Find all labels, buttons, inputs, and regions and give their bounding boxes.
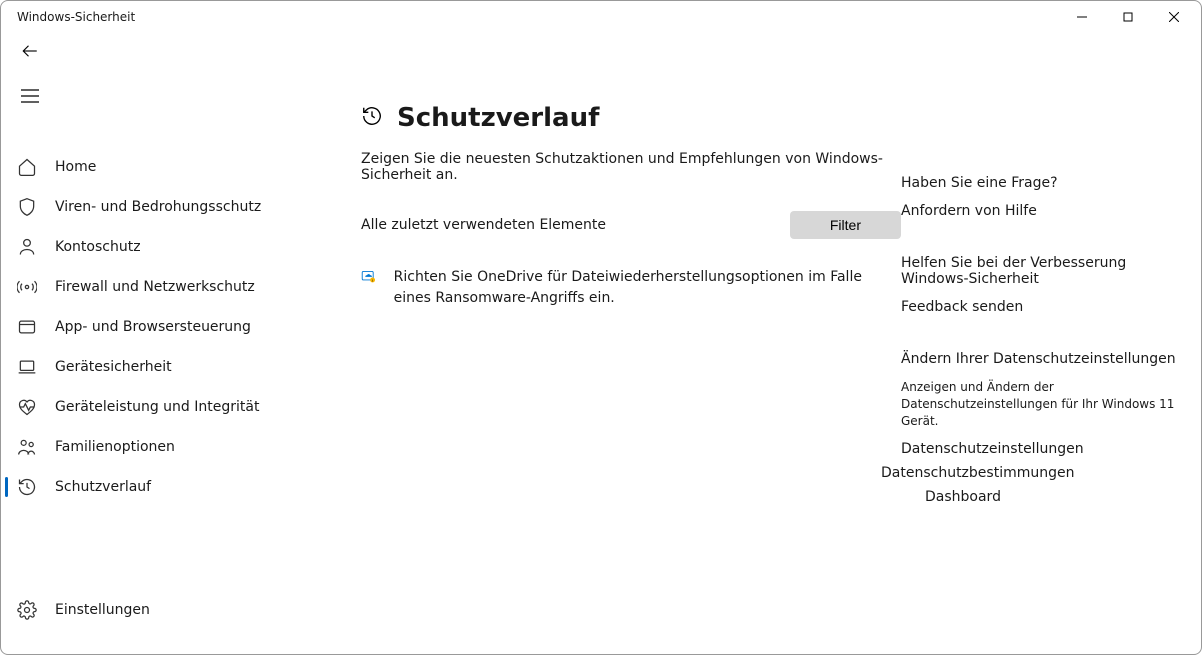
aside-privacy-settings-link[interactable]: Datenschutzeinstellungen xyxy=(901,441,1181,457)
onedrive-warning-icon: ! xyxy=(361,269,376,289)
filter-button[interactable]: Filter xyxy=(790,211,901,239)
aside-improve-title: Helfen Sie bei der Verbesserung Windows-… xyxy=(901,255,1181,287)
sidebar-item-label: Schutzverlauf xyxy=(55,479,151,495)
history-icon xyxy=(17,477,37,497)
sidebar-item-label: Kontoschutz xyxy=(55,239,141,255)
sidebar-item-label: App- und Browsersteuerung xyxy=(55,319,251,335)
svg-text:!: ! xyxy=(372,279,373,283)
heart-icon xyxy=(17,397,37,417)
history-icon xyxy=(361,105,383,131)
sidebar-item-label: Einstellungen xyxy=(55,602,150,618)
sidebar-item-virus[interactable]: Viren- und Bedrohungsschutz xyxy=(1,187,321,227)
home-icon xyxy=(17,157,37,177)
sidebar-item-app-browser[interactable]: App- und Browsersteuerung xyxy=(1,307,321,347)
window-title: Windows-Sicherheit xyxy=(17,10,1059,24)
sidebar-item-label: Firewall und Netzwerkschutz xyxy=(55,279,255,295)
sidebar-item-label: Gerätesicherheit xyxy=(55,359,172,375)
page-title: Schutzverlauf xyxy=(397,103,599,133)
filter-label: Alle zuletzt verwendeten Elemente xyxy=(361,217,606,233)
laptop-icon xyxy=(17,357,37,377)
back-button[interactable] xyxy=(21,42,39,64)
recommendation-text: Richten Sie OneDrive für Dateiwiederhers… xyxy=(394,267,901,309)
aside-help-title: Haben Sie eine Frage? xyxy=(901,175,1181,191)
sidebar-item-settings[interactable]: Einstellungen xyxy=(1,590,321,630)
close-button[interactable] xyxy=(1151,1,1197,33)
network-icon xyxy=(17,277,37,297)
sidebar-item-device-performance[interactable]: Geräteleistung und Integrität xyxy=(1,387,321,427)
sidebar-item-label: Viren- und Bedrohungsschutz xyxy=(55,199,261,215)
page-subtitle: Zeigen Sie die neuesten Schutzaktionen u… xyxy=(361,151,901,183)
sidebar-item-label: Familienoptionen xyxy=(55,439,175,455)
main-content: Schutzverlauf Zeigen Sie die neuesten Sc… xyxy=(321,73,1201,654)
gear-icon xyxy=(17,600,37,620)
aside-feedback-link[interactable]: Feedback senden xyxy=(901,299,1181,315)
aside-privacy-desc: Anzeigen und Ändern der Datenschutzeinst… xyxy=(901,379,1181,429)
titlebar: Windows-Sicherheit xyxy=(1,1,1201,33)
shield-icon xyxy=(17,197,37,217)
aside-dashboard-link[interactable]: Dashboard xyxy=(925,489,1181,505)
window-controls xyxy=(1059,1,1197,33)
sidebar-item-family[interactable]: Familienoptionen xyxy=(1,427,321,467)
sidebar-item-label: Home xyxy=(55,159,96,175)
hamburger-button[interactable] xyxy=(1,89,321,107)
sidebar: Home Viren- und Bedrohungsschutz Kontosc… xyxy=(1,73,321,654)
aside-help-link[interactable]: Anfordern von Hilfe xyxy=(901,203,1181,219)
maximize-button[interactable] xyxy=(1105,1,1151,33)
app-window: Windows-Sicherheit Home xyxy=(0,0,1202,655)
aside-privacy-title: Ändern Ihrer Datenschutzeinstellungen xyxy=(901,351,1181,367)
app-icon xyxy=(17,317,37,337)
sidebar-item-label: Geräteleistung und Integrität xyxy=(55,399,259,415)
recommendation-item[interactable]: ! Richten Sie OneDrive für Dateiwiederhe… xyxy=(361,267,901,309)
sidebar-item-firewall[interactable]: Firewall und Netzwerkschutz xyxy=(1,267,321,307)
sidebar-item-home[interactable]: Home xyxy=(1,147,321,187)
sidebar-item-account[interactable]: Kontoschutz xyxy=(1,227,321,267)
account-icon xyxy=(17,237,37,257)
sidebar-item-device-security[interactable]: Gerätesicherheit xyxy=(1,347,321,387)
aside-privacy-policy-link[interactable]: Datenschutzbestimmungen xyxy=(881,465,1181,481)
minimize-button[interactable] xyxy=(1059,1,1105,33)
sidebar-item-protection-history[interactable]: Schutzverlauf xyxy=(1,467,321,507)
aside-panel: Haben Sie eine Frage? Anfordern von Hilf… xyxy=(901,103,1191,654)
family-icon xyxy=(17,437,37,457)
